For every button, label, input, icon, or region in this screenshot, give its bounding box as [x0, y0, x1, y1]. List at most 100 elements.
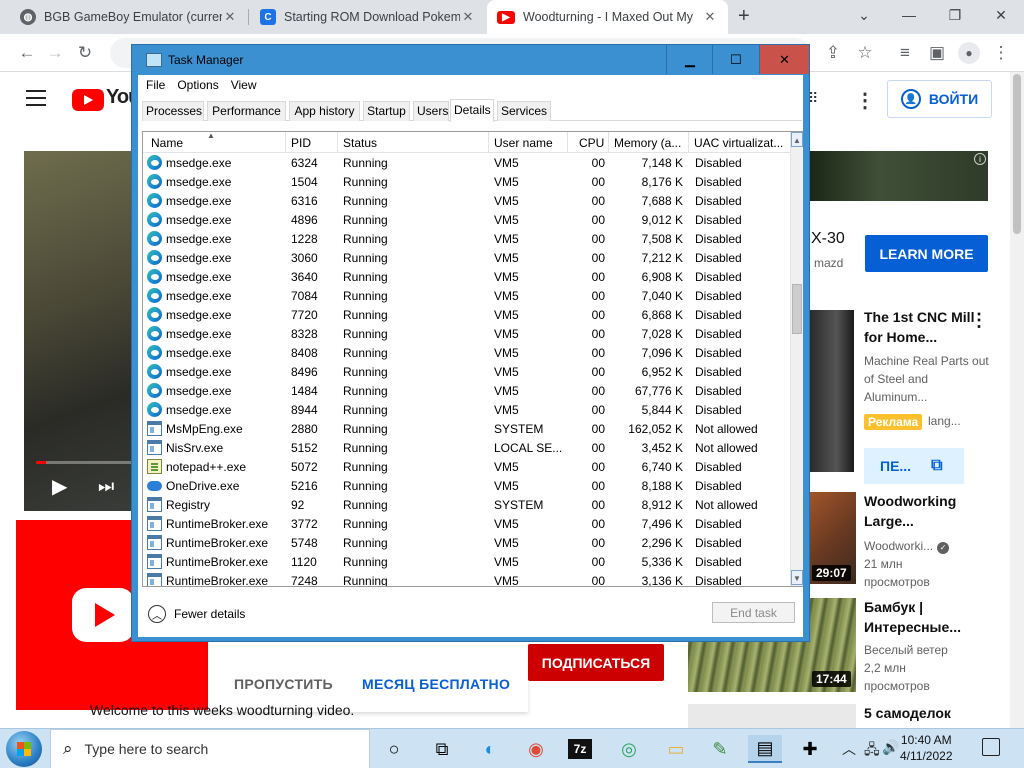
table-row[interactable]: MsMpEng.exe 2880 Running SYSTEM 00 162,052 K N…: [143, 419, 790, 438]
page-scrollbar[interactable]: [1010, 72, 1024, 728]
video-progress-bar[interactable]: [36, 461, 134, 464]
more-options-icon[interactable]: ⋮: [970, 310, 988, 331]
tab-startup[interactable]: Startup: [363, 101, 410, 121]
table-row[interactable]: notepad++.exe 5072 Running VM5 00 6,740 K Disa…: [143, 457, 790, 476]
network-globe-icon[interactable]: ◎: [615, 735, 643, 763]
table-row[interactable]: msedge.exe 1484 Running VM5 00 67,776 K Disabl…: [143, 381, 790, 400]
subscribe-button[interactable]: ПОДПИСАТЬСЯ: [528, 644, 664, 681]
taskbar-search[interactable]: ⌕ Type here to search: [50, 729, 370, 768]
tab-users[interactable]: Users: [413, 101, 449, 121]
restore-icon[interactable]: ❐: [932, 0, 978, 30]
settings-menu-icon[interactable]: ⋮: [855, 88, 875, 113]
back-icon[interactable]: ←: [14, 40, 40, 66]
start-button[interactable]: [6, 731, 42, 767]
table-row[interactable]: msedge.exe 7084 Running VM5 00 7,040 K Disable…: [143, 286, 790, 305]
play-icon[interactable]: ▶: [52, 474, 67, 499]
edge-icon[interactable]: ◐: [476, 735, 504, 763]
menu-view[interactable]: View: [231, 78, 257, 97]
ad-open-button[interactable]: ПЕ... ⧉: [864, 448, 964, 484]
maximize-icon[interactable]: ☐: [712, 45, 759, 74]
profile-icon[interactable]: ●: [958, 42, 980, 64]
share-icon[interactable]: ⇪: [820, 40, 846, 66]
task-view-icon[interactable]: ⧉: [428, 735, 456, 763]
table-row[interactable]: msedge.exe 8496 Running VM5 00 6,952 K Disable…: [143, 362, 790, 381]
browser-tab-woodturning[interactable]: ▶ Woodturning - I Maxed Out My ✕: [487, 0, 728, 34]
table-row[interactable]: msedge.exe 7720 Running VM5 00 6,868 K Disable…: [143, 305, 790, 324]
next-icon[interactable]: ⏭: [98, 476, 114, 497]
recommendation-title[interactable]: 5 самоделок: [864, 703, 994, 723]
close-icon[interactable]: ✕: [460, 9, 476, 25]
cortana-icon[interactable]: ○: [380, 735, 408, 763]
tab-services[interactable]: Services: [497, 101, 551, 121]
minimize-icon[interactable]: ▁: [666, 45, 713, 74]
channel-name[interactable]: Веселый ветер: [864, 641, 994, 659]
free-month-button[interactable]: МЕСЯЦ БЕСПЛАТНО: [362, 676, 510, 692]
tab-details[interactable]: Details: [450, 99, 494, 122]
info-icon[interactable]: i: [974, 153, 986, 165]
notification-icon[interactable]: [982, 738, 1000, 756]
table-row[interactable]: msedge.exe 3640 Running VM5 00 6,908 K Disable…: [143, 267, 790, 286]
close-window-icon[interactable]: ✕: [978, 0, 1024, 30]
tab-app-history[interactable]: App history: [289, 101, 360, 121]
column-header-memory[interactable]: Memory (a...: [609, 132, 689, 153]
column-header-cpu[interactable]: CPU: [568, 132, 609, 153]
table-row[interactable]: OneDrive.exe 5216 Running VM5 00 8,188 K Disab…: [143, 476, 790, 495]
ad-banner-image[interactable]: [808, 151, 988, 201]
side-panel-icon[interactable]: ▣: [924, 40, 950, 66]
skip-button[interactable]: ПРОПУСТИТЬ: [234, 676, 333, 692]
table-row[interactable]: msedge.exe 8328 Running VM5 00 7,028 K Disable…: [143, 324, 790, 343]
fewer-details-button[interactable]: ︿ Fewer details: [148, 605, 245, 623]
recommendation-thumbnail[interactable]: [688, 704, 856, 728]
table-row[interactable]: Registry 92 Running SYSTEM 00 8,912 K Not allo…: [143, 495, 790, 514]
app-icon[interactable]: ✚: [796, 735, 824, 763]
table-row[interactable]: msedge.exe 1228 Running VM5 00 7,508 K Disable…: [143, 229, 790, 248]
browser-tab-bgb[interactable]: ◍ BGB GameBoy Emulator (current ✕: [10, 0, 248, 34]
media-icon[interactable]: ≡: [892, 40, 918, 66]
network-icon[interactable]: 🖧: [864, 739, 880, 763]
table-row[interactable]: msedge.exe 6324 Running VM5 00 7,148 K Disable…: [143, 153, 790, 172]
column-header-name[interactable]: Name ▲: [143, 132, 286, 153]
recommendation-thumbnail[interactable]: [810, 310, 854, 472]
channel-name[interactable]: Woodworki...: [864, 539, 933, 553]
signin-button[interactable]: 👤 ВОЙТИ: [887, 80, 992, 118]
learn-more-button[interactable]: LEARN MORE: [865, 235, 988, 272]
7zip-icon[interactable]: 7z: [568, 739, 592, 759]
video-player[interactable]: [24, 151, 134, 511]
task-manager-taskbar-icon[interactable]: ▤: [748, 735, 782, 763]
column-header-uac[interactable]: UAC virtualizat...: [689, 132, 790, 153]
end-task-button[interactable]: End task: [712, 602, 795, 623]
volume-icon[interactable]: 🔊: [882, 739, 899, 756]
table-row[interactable]: msedge.exe 6316 Running VM5 00 7,688 K Disable…: [143, 191, 790, 210]
column-header-pid[interactable]: PID: [286, 132, 338, 153]
menu-file[interactable]: File: [146, 78, 165, 97]
table-row[interactable]: msedge.exe 1504 Running VM5 00 8,176 K Disable…: [143, 172, 790, 191]
system-clock[interactable]: 10:40 AM 4/11/2022: [900, 732, 953, 764]
notepad-plus-icon[interactable]: ✎: [706, 735, 734, 763]
star-icon[interactable]: ☆: [852, 40, 878, 66]
scroll-thumb[interactable]: [792, 284, 802, 334]
tab-performance[interactable]: Performance: [207, 101, 286, 121]
youtube-logo-icon[interactable]: [72, 89, 104, 111]
table-scrollbar[interactable]: ▲ ▼: [790, 132, 803, 586]
browser-menu-icon[interactable]: ⋮: [988, 40, 1014, 66]
close-icon[interactable]: ✕: [222, 9, 238, 25]
column-header-username[interactable]: User name: [489, 132, 568, 153]
menu-options[interactable]: Options: [177, 78, 218, 97]
forward-icon[interactable]: →: [42, 40, 68, 66]
table-row[interactable]: NisSrv.exe 5152 Running LOCAL SE... 00 3,452 …: [143, 438, 790, 457]
browser-tab-rom[interactable]: C Starting ROM Download Pokemo ✕: [250, 0, 486, 34]
tab-processes[interactable]: Processes: [142, 101, 204, 121]
minimize-icon[interactable]: —: [886, 0, 932, 30]
recommendation-title[interactable]: Бамбук | Интересные...: [864, 597, 994, 637]
new-tab-button[interactable]: +: [738, 5, 750, 28]
recommendation-title[interactable]: Woodworking Large...: [864, 491, 994, 531]
table-row[interactable]: msedge.exe 3060 Running VM5 00 7,212 K Disable…: [143, 248, 790, 267]
table-row[interactable]: msedge.exe 8944 Running VM5 00 5,844 K Disable…: [143, 400, 790, 419]
table-row[interactable]: msedge.exe 4896 Running VM5 00 9,012 K Disable…: [143, 210, 790, 229]
tray-chevron-icon[interactable]: ︿: [842, 739, 856, 759]
chevron-down-icon[interactable]: ⌄: [841, 0, 887, 30]
table-row[interactable]: msedge.exe 8408 Running VM5 00 7,096 K Disable…: [143, 343, 790, 362]
table-row[interactable]: RuntimeBroker.exe 5748 Running VM5 00 2,296 K…: [143, 533, 790, 552]
close-icon[interactable]: ✕: [759, 45, 809, 74]
scroll-up-icon[interactable]: ▲: [791, 132, 803, 147]
